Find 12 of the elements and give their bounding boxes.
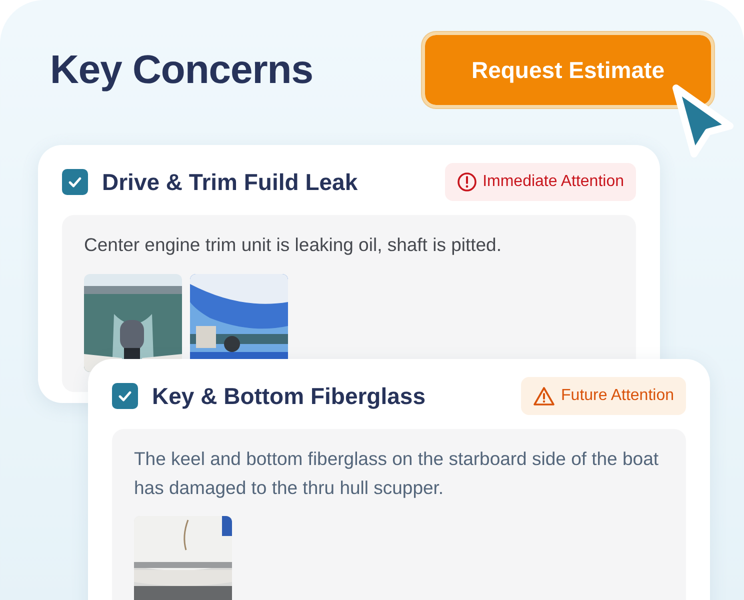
concern-description: Center engine trim unit is leaking oil, shaft is pitted. (84, 233, 502, 257)
page-title: Key Concerns (50, 47, 313, 94)
concern-title: Drive & Trim Fuild Leak (102, 168, 359, 197)
concern-title: Key & Bottom Fiberglass (152, 382, 426, 411)
checkbox[interactable] (62, 169, 88, 195)
alert-circle-icon (456, 172, 477, 192)
warning-icon (533, 386, 556, 406)
request-estimate-button[interactable]: Request Estimate (422, 32, 714, 108)
attention-badge: Immediate Attention (444, 163, 636, 201)
checkbox[interactable] (112, 383, 138, 409)
attention-badge: Future Attention (521, 377, 686, 415)
concern-description: The keel and bottom fiberglass on the starboard side of the boat has damaged to the thru hull scupper. (134, 447, 660, 500)
